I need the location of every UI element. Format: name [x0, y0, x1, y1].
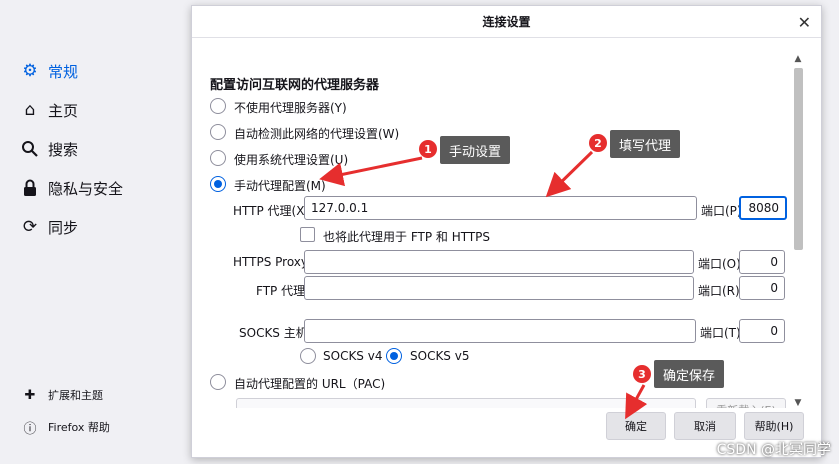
radio-pac-url[interactable] — [210, 374, 226, 390]
https-proxy-label: HTTPS Proxy — [233, 255, 309, 269]
scroll-up-icon[interactable]: ▲ — [791, 54, 805, 66]
proxy-heading: 配置访问互联网的代理服务器 — [210, 78, 380, 93]
sidebar-item-label: 常规 — [48, 62, 79, 81]
annotation-badge: 3 — [633, 365, 651, 383]
gear-icon: ⚙ — [22, 61, 38, 81]
sidebar-item-label: 隐私与安全 — [48, 179, 124, 198]
search-icon — [20, 139, 40, 159]
connection-settings-dialog: 连接设置 ✕ 配置访问互联网的代理服务器 不使用代理服务器(Y) 自动检测此网络… — [191, 5, 822, 458]
footer-item-help[interactable]: ⓘ Firefox 帮助 — [22, 417, 110, 437]
http-port-input[interactable]: 8080 — [739, 196, 787, 220]
https-port-label: 端口(O) — [698, 257, 741, 271]
socks-port-label: 端口(T) — [700, 326, 741, 340]
socks-v5-label: SOCKS v5 — [410, 349, 470, 363]
puzzle-icon: ✚ — [24, 387, 36, 403]
footer-item-extensions[interactable]: ✚ 扩展和主题 — [22, 385, 103, 405]
http-proxy-label: HTTP 代理(X) — [233, 204, 310, 218]
sync-icon: ⟳ — [22, 217, 38, 237]
radio-manual-proxy-label: 手动代理配置(M) — [234, 179, 326, 193]
radio-auto-detect-label: 自动检测此网络的代理设置(W) — [234, 127, 400, 141]
https-proxy-input[interactable] — [304, 250, 694, 274]
dialog-content: 配置访问互联网的代理服务器 不使用代理服务器(Y) 自动检测此网络的代理设置(W… — [192, 38, 792, 408]
sidebar-item-sync[interactable]: ⟳ 同步 — [20, 215, 78, 239]
cancel-button[interactable]: 取消 — [674, 412, 736, 440]
help-button[interactable]: 帮助(H) — [744, 412, 804, 440]
radio-auto-detect[interactable] — [210, 124, 226, 140]
radio-manual-proxy[interactable] — [210, 176, 226, 192]
also-use-proxy-checkbox[interactable] — [300, 227, 315, 242]
ok-button[interactable]: 确定 — [606, 412, 666, 440]
help-icon: ⓘ — [23, 421, 37, 437]
radio-pac-url-label: 自动代理配置的 URL（PAC) — [234, 377, 386, 391]
socks-port-input[interactable]: 0 — [739, 319, 785, 343]
footer-item-label: Firefox 帮助 — [48, 421, 110, 434]
radio-no-proxy[interactable] — [210, 98, 226, 114]
sidebar-item-label: 主页 — [48, 101, 79, 120]
http-port-label: 端口(P) — [701, 204, 742, 218]
sidebar-item-search[interactable]: 搜索 — [20, 137, 78, 161]
footer-item-label: 扩展和主题 — [48, 389, 103, 402]
annotation-callout: 确定保存 — [654, 360, 725, 388]
ftp-proxy-label: FTP 代理 — [256, 284, 306, 298]
pac-url-input[interactable] — [236, 398, 696, 408]
radio-socks-v4[interactable] — [300, 348, 316, 364]
annotation-callout: 手动设置 — [440, 136, 511, 164]
watermark: CSDN @北冥同学 — [716, 442, 831, 458]
home-icon: ⌂ — [24, 100, 36, 120]
radio-system-proxy-label: 使用系统代理设置(U) — [234, 153, 349, 167]
socks-v4-label: SOCKS v4 — [323, 349, 383, 363]
annotation-badge: 2 — [589, 134, 607, 152]
sidebar-item-privacy[interactable]: 隐私与安全 — [20, 176, 123, 200]
ftp-port-label: 端口(R) — [698, 284, 740, 298]
ftp-proxy-input[interactable] — [304, 276, 694, 300]
dialog-title: 连接设置 — [192, 6, 821, 38]
sidebar-item-label: 搜索 — [48, 140, 79, 159]
radio-no-proxy-label: 不使用代理服务器(Y) — [234, 101, 347, 115]
radio-system-proxy[interactable] — [210, 150, 226, 166]
radio-socks-v5[interactable] — [386, 348, 402, 364]
https-port-input[interactable]: 0 — [739, 250, 785, 274]
close-icon[interactable]: ✕ — [798, 13, 811, 32]
sidebar-item-label: 同步 — [48, 218, 79, 237]
scroll-down-icon[interactable]: ▼ — [791, 398, 805, 410]
dialog-scrollbar[interactable]: ▲ ▼ — [791, 54, 805, 410]
socks-host-input[interactable] — [304, 319, 696, 343]
ftp-port-input[interactable]: 0 — [739, 276, 785, 300]
lock-icon — [20, 178, 40, 198]
http-proxy-input[interactable]: 127.0.0.1 — [304, 196, 697, 220]
sidebar-item-home[interactable]: ⌂ 主页 — [20, 98, 78, 122]
annotation-badge: 1 — [419, 140, 437, 158]
annotation-callout: 填写代理 — [610, 130, 681, 158]
preferences-sidebar: ⚙ 常规 ⌂ 主页 搜索 隐私与安全 ⟳ 同步 ✚ 扩展和主题 ⓘ Firefo… — [0, 0, 191, 464]
also-use-proxy-label: 也将此代理用于 FTP 和 HTTPS — [323, 230, 491, 244]
socks-host-label: SOCKS 主机 — [239, 326, 308, 340]
reload-button[interactable]: 重新载入(E) — [706, 398, 786, 408]
scroll-thumb[interactable] — [794, 68, 803, 250]
sidebar-item-general[interactable]: ⚙ 常规 — [20, 59, 78, 83]
